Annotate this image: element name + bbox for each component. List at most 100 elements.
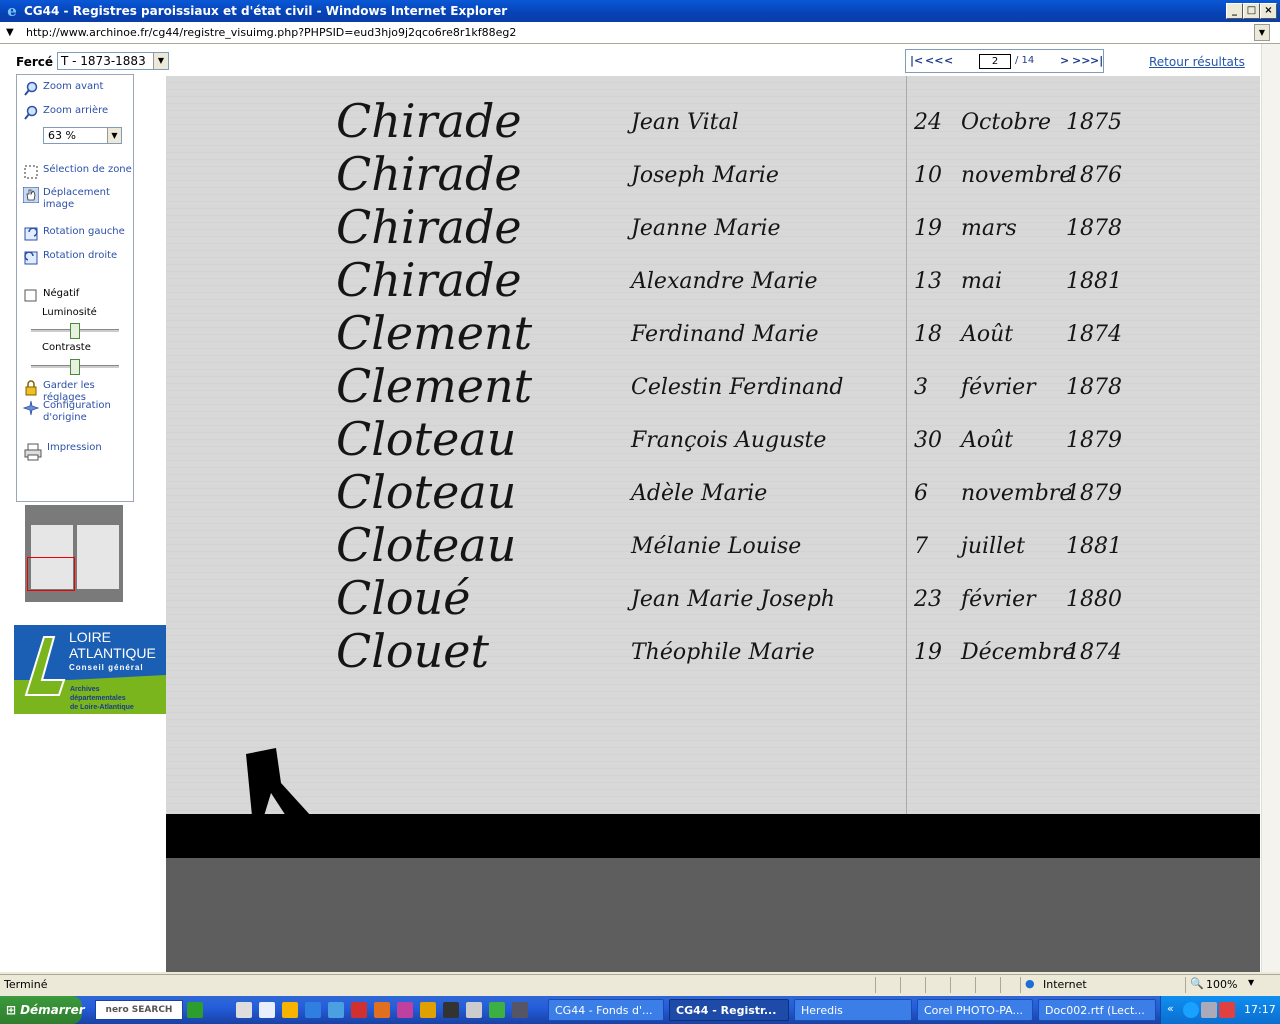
- entry-given-names: Mélanie Louise: [631, 534, 802, 559]
- zoom-magnifier-icon: 🔍: [1190, 977, 1204, 990]
- security-icon[interactable]: [1219, 1002, 1235, 1018]
- entry-day: 24: [914, 110, 942, 135]
- address-url[interactable]: http://www.archinoe.fr/cg44/registre_vis…: [26, 26, 516, 39]
- chevron-left-icon[interactable]: «: [1167, 1002, 1174, 1015]
- entry-given-names: François Auguste: [631, 428, 827, 453]
- network-icon[interactable]: [1201, 1002, 1217, 1018]
- rotate-left-tool[interactable]: Rotation gauche: [23, 226, 125, 242]
- quicklaunch-app-icon[interactable]: [397, 1002, 413, 1018]
- entry-given-names: Jean Marie Joseph: [631, 587, 835, 612]
- zoom-control[interactable]: 🔍 100% ▼: [1185, 977, 1260, 993]
- page-number-input[interactable]: 2: [979, 54, 1011, 69]
- zoom-in-tool[interactable]: Zoom avant: [23, 81, 103, 97]
- quicklaunch-app-icon[interactable]: [443, 1002, 459, 1018]
- quicklaunch-app-icon[interactable]: [236, 1002, 252, 1018]
- register-image-viewer[interactable]: Chirade Jean Vital 24 Octobre 1875 Chirade Jos…: [166, 76, 1260, 972]
- prev-many-button[interactable]: <<: [925, 54, 943, 67]
- taskbar-button-active[interactable]: CG44 - Registr...: [669, 999, 789, 1021]
- move-image-tool[interactable]: Déplacement image: [23, 187, 133, 211]
- start-button[interactable]: ⊞ Démarrer: [0, 996, 85, 1024]
- entry-given-names: Joseph Marie: [631, 163, 779, 188]
- entry-surname: Chirade: [336, 147, 522, 201]
- internet-explorer-icon[interactable]: [305, 1002, 321, 1018]
- taskbar-button[interactable]: Corel PHOTO-PA...: [917, 999, 1033, 1021]
- firefox-icon[interactable]: [374, 1002, 390, 1018]
- chevron-down-icon[interactable]: ▼: [107, 128, 121, 143]
- reset-config-label: Configuration d'origine: [43, 400, 111, 424]
- quicklaunch-app-icon[interactable]: [282, 1002, 298, 1018]
- zoom-level-select[interactable]: 63 % ▼: [43, 127, 122, 144]
- reset-config-tool[interactable]: Configuration d'origine: [23, 400, 111, 424]
- quicklaunch-app-icon[interactable]: [466, 1002, 482, 1018]
- brightness-slider[interactable]: [31, 323, 119, 339]
- entry-year: 1878: [1066, 375, 1122, 400]
- entry-year: 1874: [1066, 322, 1122, 347]
- taskbar-button[interactable]: Heredis: [794, 999, 912, 1021]
- address-bar[interactable]: ▼ http://www.archinoe.fr/cg44/registre_v…: [0, 22, 1280, 44]
- go-arrow-icon[interactable]: [187, 1002, 203, 1018]
- magnifier-minus-icon: [24, 105, 38, 120]
- chevron-down-icon[interactable]: ▼: [153, 53, 168, 69]
- taskbar-button[interactable]: CG44 - Fonds d'...: [548, 999, 664, 1021]
- contrast-thumb[interactable]: [70, 359, 80, 375]
- vertical-scrollbar[interactable]: [1261, 44, 1280, 972]
- print-label: Impression: [47, 442, 102, 453]
- entry-day: 13: [914, 269, 942, 294]
- last-page-button[interactable]: >|: [1090, 54, 1103, 67]
- page-thumbnail[interactable]: [25, 505, 123, 602]
- window-title: CG44 - Registres paroissiaux et d'état c…: [24, 4, 508, 18]
- entry-surname: Chirade: [336, 200, 522, 254]
- entry-year: 1881: [1066, 269, 1122, 294]
- rotate-right-tool[interactable]: Rotation droite: [23, 250, 117, 266]
- entry-day: 30: [914, 428, 942, 453]
- first-page-button[interactable]: |<: [910, 54, 923, 67]
- printer-icon: [24, 443, 42, 461]
- contrast-slider[interactable]: [31, 359, 119, 375]
- entry-given-names: Adèle Marie: [631, 481, 768, 506]
- viewport-frame[interactable]: [27, 557, 75, 591]
- address-dropdown-button[interactable]: ▼: [1254, 24, 1270, 41]
- checkbox-icon[interactable]: [23, 288, 39, 304]
- security-zone[interactable]: ● Internet: [1020, 977, 1180, 993]
- nero-search-box[interactable]: nero SEARCH: [95, 1000, 183, 1020]
- quicklaunch-app-icon[interactable]: [328, 1002, 344, 1018]
- quicklaunch-app-icon[interactable]: [420, 1002, 436, 1018]
- select-zone-tool[interactable]: Sélection de zone: [23, 164, 132, 180]
- entry-month: février: [961, 587, 1036, 612]
- logo-line-3: Conseil général: [69, 663, 144, 672]
- next-page-button[interactable]: >: [1060, 54, 1069, 67]
- zoom-out-tool[interactable]: Zoom arrière: [23, 105, 108, 121]
- logo-line-1: LOIRE: [69, 629, 111, 645]
- negative-toggle[interactable]: Négatif: [23, 288, 79, 304]
- register-select[interactable]: T - 1873-1883 ▼: [57, 52, 169, 70]
- maximize-button[interactable]: □: [1243, 3, 1260, 19]
- prev-page-button[interactable]: <: [944, 54, 953, 67]
- quicklaunch-app-icon[interactable]: [259, 1002, 275, 1018]
- ink-mark: [246, 748, 311, 816]
- status-divider: [900, 977, 901, 993]
- entry-day: 23: [914, 587, 942, 612]
- column-divider: [906, 76, 907, 816]
- back-to-results-link[interactable]: Retour résultats: [1149, 55, 1245, 69]
- entry-day: 18: [914, 322, 942, 347]
- entry-month: février: [961, 375, 1036, 400]
- next-many-button[interactable]: >>: [1072, 54, 1090, 67]
- close-button[interactable]: ×: [1260, 3, 1277, 19]
- entry-year: 1876: [1066, 163, 1122, 188]
- quicklaunch-app-icon[interactable]: [489, 1002, 505, 1018]
- print-tool[interactable]: Impression: [23, 442, 102, 462]
- entry-surname: Cloué: [336, 571, 471, 625]
- magnifier-plus-icon: [24, 81, 38, 96]
- entry-surname: Cloteau: [336, 412, 517, 466]
- taskbar-button[interactable]: Doc002.rtf (Lect...: [1038, 999, 1156, 1021]
- skype-icon[interactable]: [1183, 1002, 1199, 1018]
- quicklaunch-app-icon[interactable]: [512, 1002, 528, 1018]
- zoom-level-value: 63 %: [48, 129, 76, 142]
- brightness-thumb[interactable]: [70, 323, 80, 339]
- entry-month: Août: [961, 322, 1014, 347]
- entry-month: novembre: [961, 481, 1073, 506]
- minimize-button[interactable]: _: [1226, 3, 1243, 19]
- quicklaunch-app-icon[interactable]: [351, 1002, 367, 1018]
- reset-config-line2: d'origine: [43, 412, 87, 423]
- chevron-down-icon[interactable]: ▼: [1248, 978, 1254, 987]
